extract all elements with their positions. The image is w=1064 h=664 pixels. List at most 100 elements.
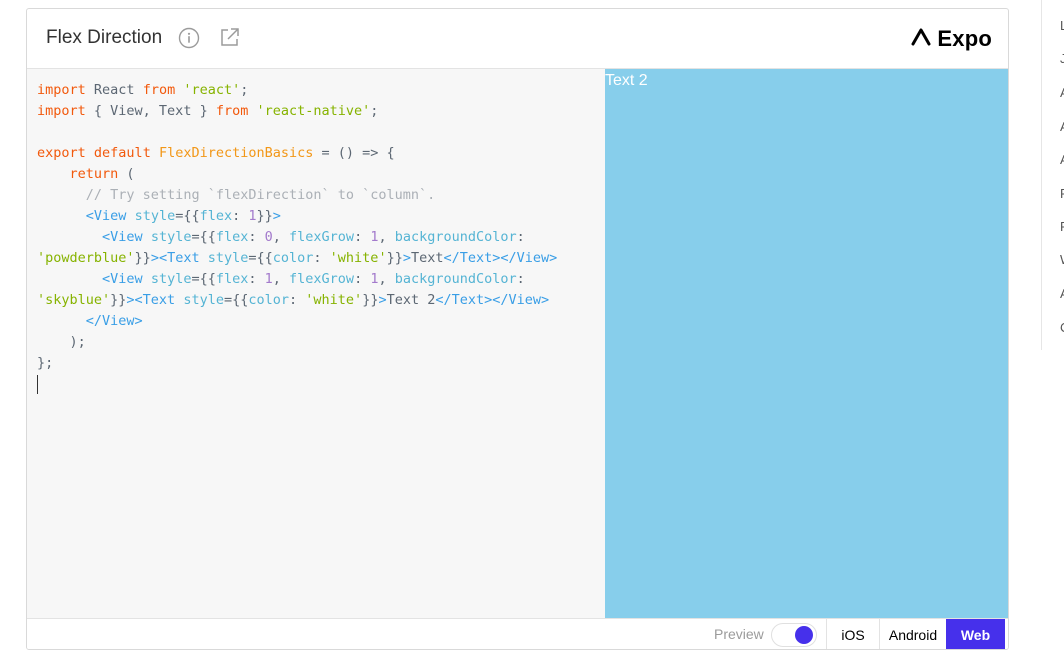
- toc-item[interactable]: F: [1060, 219, 1064, 234]
- toc-item[interactable]: W: [1060, 252, 1064, 267]
- code-token: ={{: [175, 208, 200, 224]
- code-token: style: [207, 250, 249, 266]
- code-token: >: [402, 250, 411, 266]
- code-token: ><Text: [126, 292, 176, 308]
- snack-title: Flex Direction: [46, 27, 163, 48]
- platform-tab-ios[interactable]: iOS: [826, 619, 879, 649]
- expo-brand-text: Expo: [937, 26, 992, 51]
- code-line: <View style={{flex: 1}}>: [37, 206, 605, 227]
- code-token: >: [378, 292, 387, 308]
- code-token: :: [248, 271, 265, 287]
- toc-item[interactable]: A: [1060, 119, 1064, 134]
- code-token: flexGrow: [289, 229, 355, 245]
- toc-item[interactable]: C: [1060, 320, 1064, 335]
- code-token: flex: [199, 208, 233, 224]
- code-token: }}: [256, 208, 273, 224]
- code-token: 1: [248, 208, 257, 224]
- code-token: import: [37, 103, 86, 119]
- toc-item[interactable]: A: [1060, 85, 1064, 100]
- toc-item[interactable]: A: [1060, 152, 1064, 167]
- code-token: { View, Text }: [85, 103, 216, 119]
- code-token: ={{: [248, 250, 273, 266]
- code-token: // Try setting `flexDirection` to `colum…: [85, 187, 436, 203]
- code-token: }}: [110, 292, 127, 308]
- code-token: export: [37, 145, 86, 161]
- code-token: flex: [215, 229, 249, 245]
- code-line: );: [37, 332, 605, 353]
- code-line: <View style={{flex: 1, flexGrow: 1, back…: [37, 269, 605, 290]
- code-token: <View: [85, 208, 127, 224]
- code-token: 'powderblue': [37, 250, 135, 266]
- code-line: export default FlexDirectionBasics = () …: [37, 143, 605, 164]
- toc-item[interactable]: J: [1060, 51, 1064, 66]
- code-token: :: [248, 229, 265, 245]
- code-token: style: [183, 292, 224, 308]
- code-token: ,: [378, 271, 395, 287]
- code-token: 'white': [329, 250, 387, 266]
- code-editor[interactable]: import React from 'react'; import { View,…: [27, 69, 605, 618]
- code-token: flexGrow: [289, 271, 355, 287]
- code-token: </View>: [85, 313, 143, 329]
- code-token: 'react-native': [256, 103, 371, 119]
- code-token: Text: [410, 250, 444, 266]
- code-token: from: [215, 103, 249, 119]
- code-token: }}: [386, 250, 403, 266]
- code-token: (: [118, 166, 135, 182]
- code-line: </View>: [37, 311, 605, 332]
- snack-header: Flex Direction Expo: [27, 9, 1008, 69]
- platform-tab-web[interactable]: Web: [946, 619, 1005, 649]
- code-token: default: [93, 145, 151, 161]
- code-token: 'skyblue': [37, 292, 111, 308]
- code-token: color: [272, 250, 314, 266]
- code-line: 'powderblue'}}><Text style={{color: 'whi…: [37, 248, 605, 269]
- preview-toggle[interactable]: [771, 623, 817, 647]
- preview-label: Preview: [714, 626, 764, 642]
- code-token: ,: [378, 229, 395, 245]
- web-preview: Text 2: [605, 69, 1008, 618]
- info-icon[interactable]: [178, 27, 200, 49]
- code-token: <View: [102, 229, 143, 245]
- code-token: = () => {: [313, 145, 395, 161]
- code-token: }}: [362, 292, 379, 308]
- code-token: ;: [370, 103, 379, 119]
- code-token: FlexDirectionBasics: [158, 145, 314, 161]
- code-token: :: [354, 229, 371, 245]
- preview-text: Text 2: [605, 72, 648, 89]
- code-token: 'white': [305, 292, 363, 308]
- code-token: ={{: [191, 229, 216, 245]
- code-token: </Text></View>: [435, 292, 550, 308]
- toc-item[interactable]: A: [1060, 286, 1064, 301]
- open-external-icon[interactable]: [219, 26, 241, 48]
- code-token: Text 2: [386, 292, 436, 308]
- code-token: ,: [272, 271, 290, 287]
- platform-tab-android[interactable]: Android: [879, 619, 946, 649]
- code-line: // Try setting `flexDirection` to `colum…: [37, 185, 605, 206]
- code-token: import: [37, 82, 86, 98]
- code-token: >: [272, 208, 281, 224]
- expo-chevron-icon: [911, 27, 931, 52]
- toc-item[interactable]: F: [1060, 186, 1064, 201]
- expo-logo[interactable]: Expo: [911, 25, 992, 53]
- code-token: ><Text: [150, 250, 200, 266]
- code-token: style: [134, 208, 176, 224]
- code-token: :: [232, 208, 249, 224]
- code-token: style: [150, 271, 192, 287]
- code-token: return: [69, 166, 119, 182]
- code-line: };: [37, 353, 605, 374]
- code-line: [37, 374, 605, 395]
- code-token: <View: [102, 271, 143, 287]
- code-token: ,: [272, 229, 290, 245]
- code-token: ={{: [223, 292, 249, 308]
- toc-item[interactable]: L: [1060, 18, 1064, 33]
- code-token: style: [150, 229, 192, 245]
